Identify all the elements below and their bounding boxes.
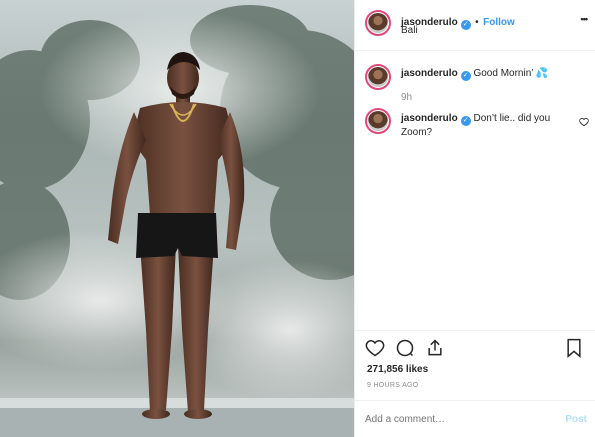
actions-divider bbox=[355, 330, 595, 331]
comment-time: 9h bbox=[401, 92, 413, 103]
follow-button[interactable]: Follow bbox=[483, 17, 515, 28]
share-icon[interactable] bbox=[425, 338, 445, 358]
comment-avatar[interactable] bbox=[365, 64, 391, 90]
comment-text-line1: Don’t lie.. did you bbox=[473, 113, 551, 124]
post-header-line: jasonderulo ✓ • Follow bbox=[401, 12, 515, 30]
comment-bubble-icon[interactable] bbox=[395, 338, 415, 358]
comment-text: Good Mornin’ 💦 bbox=[473, 68, 549, 79]
comment-avatar[interactable] bbox=[365, 108, 391, 134]
verified-badge-icon: ✓ bbox=[460, 116, 471, 126]
comment-like-heart-icon[interactable] bbox=[579, 117, 589, 127]
header-divider bbox=[355, 50, 595, 51]
heart-icon[interactable] bbox=[365, 338, 385, 358]
post-side-panel: jasonderulo ✓ • Follow Bali ••• jasonderu… bbox=[354, 0, 595, 437]
post-comment-button[interactable]: Post bbox=[565, 414, 587, 425]
comment-username[interactable]: jasonderulo bbox=[401, 113, 458, 124]
verified-badge-icon: ✓ bbox=[460, 71, 471, 81]
author-avatar[interactable] bbox=[365, 10, 391, 36]
post-location[interactable]: Bali bbox=[401, 25, 418, 36]
photo-scene bbox=[0, 5, 354, 437]
comment-item: jasonderulo ✓ Good Mornin’ 💦 bbox=[401, 68, 548, 81]
post-timestamp[interactable]: 9 HOURS AGO bbox=[367, 382, 419, 389]
comment-box-divider bbox=[355, 400, 595, 401]
comment-username[interactable]: jasonderulo bbox=[401, 68, 458, 79]
comment-text-line2: Zoom? bbox=[401, 127, 433, 138]
post-photo[interactable] bbox=[0, 0, 354, 437]
comment-item: jasonderulo ✓ Don’t lie.. did you Zoom? bbox=[401, 112, 571, 140]
likes-count[interactable]: 271,856 likes bbox=[367, 364, 428, 375]
add-comment-input[interactable] bbox=[365, 408, 545, 430]
verified-badge-icon: ✓ bbox=[460, 20, 471, 30]
bookmark-icon[interactable] bbox=[565, 338, 583, 358]
header-separator: • bbox=[475, 17, 479, 28]
more-options-icon[interactable]: ••• bbox=[581, 14, 589, 24]
